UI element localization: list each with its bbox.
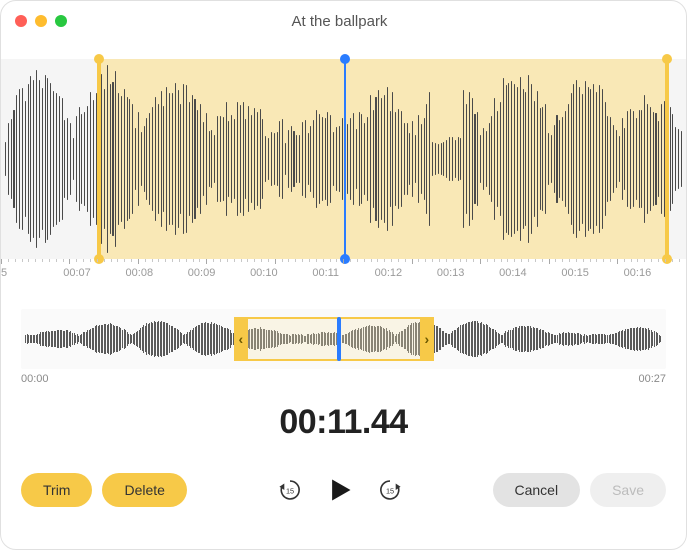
playhead[interactable] <box>344 59 346 259</box>
waveform-overview[interactable]: ‹ › <box>21 309 666 369</box>
selection-handle-left[interactable] <box>97 59 101 259</box>
save-button: Save <box>590 473 666 507</box>
close-icon[interactable] <box>15 15 27 27</box>
controls-bar: Trim Delete 15 15 Cancel Save <box>1 442 686 510</box>
play-button[interactable] <box>320 470 360 510</box>
overview-start-time: 00:00 <box>21 373 49 385</box>
cancel-button[interactable]: Cancel <box>493 473 581 507</box>
skip-forward-button[interactable]: 15 <box>374 474 406 506</box>
minimize-icon[interactable] <box>35 15 47 27</box>
trim-button[interactable]: Trim <box>21 473 92 507</box>
ruler-label: 00:13 <box>437 267 499 279</box>
ruler-label: 00:09 <box>188 267 250 279</box>
svg-text:15: 15 <box>286 486 294 495</box>
ruler-label: 00:16 <box>624 267 686 279</box>
overview-handle-right[interactable]: › <box>420 317 434 361</box>
skip-forward-15-icon: 15 <box>377 477 403 503</box>
play-icon <box>326 476 354 504</box>
svg-text:15: 15 <box>386 486 394 495</box>
skip-back-15-icon: 15 <box>277 477 303 503</box>
waveform-main[interactable] <box>1 59 686 259</box>
skip-back-button[interactable]: 15 <box>274 474 306 506</box>
current-time: 00:11.44 <box>1 403 686 442</box>
ruler-label: 00:14 <box>499 267 561 279</box>
ruler-label: 00:07 <box>63 267 125 279</box>
overview-end-time: 00:27 <box>638 373 666 385</box>
ruler-label: 00:12 <box>375 267 437 279</box>
ruler-label: 00:15 <box>561 267 623 279</box>
overview-times: 00:00 00:27 <box>21 373 666 385</box>
zoom-icon[interactable] <box>55 15 67 27</box>
ruler-label: 00:11 <box>312 267 374 279</box>
window-titlebar: At the ballpark <box>1 1 686 41</box>
overview-selection <box>234 317 434 361</box>
time-ruler: 500:0700:0800:0900:1000:1100:1200:1300:1… <box>1 259 686 289</box>
selection-handle-right[interactable] <box>665 59 669 259</box>
window-title: At the ballpark <box>67 13 612 30</box>
overview-playhead[interactable] <box>337 317 341 361</box>
ruler-label: 00:10 <box>250 267 312 279</box>
traffic-lights <box>15 15 67 27</box>
ruler-label: 5 <box>1 267 63 279</box>
ruler-label: 00:08 <box>126 267 188 279</box>
delete-button[interactable]: Delete <box>102 473 186 507</box>
overview-handle-left[interactable]: ‹ <box>234 317 248 361</box>
